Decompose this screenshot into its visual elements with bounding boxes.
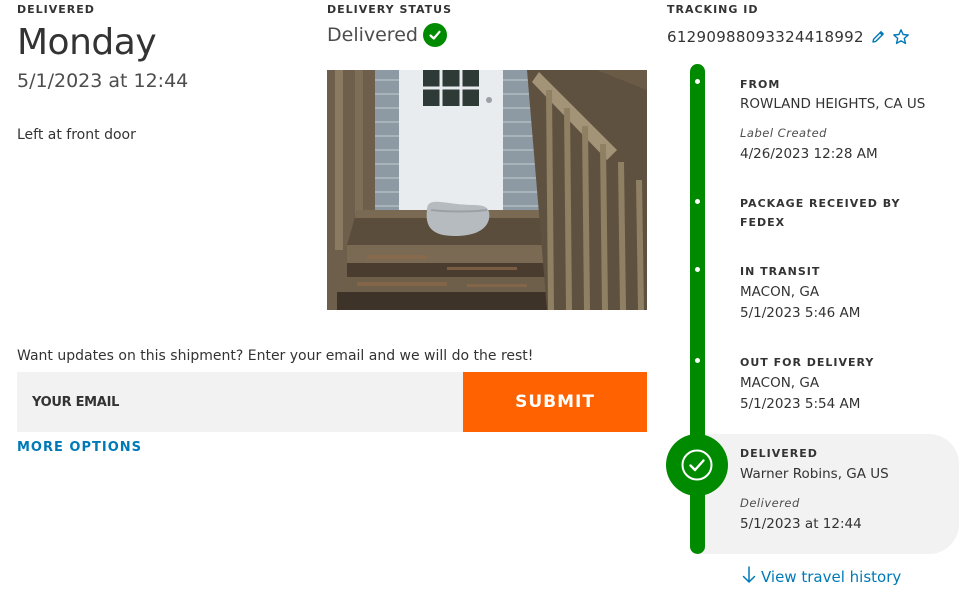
timeline-event-status: DELIVERED	[740, 447, 818, 460]
tracking-id-label: TRACKING ID	[667, 3, 759, 16]
timeline-dot	[695, 199, 700, 204]
submit-button[interactable]: SUBMIT	[463, 372, 647, 432]
more-options-link[interactable]: MORE OPTIONS	[17, 440, 142, 455]
timeline-event-location: MACON, GA	[740, 375, 820, 391]
tracking-id-value: 61290988093324418992	[667, 28, 864, 46]
timeline-event-location: Warner Robins, GA US	[740, 466, 889, 482]
timeline-event-status: PACKAGE RECEIVED BY FEDEX	[740, 197, 901, 229]
star-icon[interactable]	[892, 28, 910, 46]
delivery-day: Monday	[17, 22, 157, 63]
timeline-event-time: 5/1/2023 5:46 AM	[740, 305, 861, 321]
timeline-event-status: FROM	[740, 78, 781, 91]
delivered-check-icon	[666, 434, 728, 496]
timeline-dot	[695, 79, 700, 84]
email-updates-prompt: Want updates on this shipment? Enter you…	[17, 348, 534, 364]
view-travel-history-link[interactable]: View travel history	[742, 566, 901, 588]
timeline-event-time: 5/1/2023 5:54 AM	[740, 396, 861, 412]
timeline-event-note: Label Created	[740, 126, 827, 140]
delivery-location-note: Left at front door	[17, 127, 136, 143]
email-field-container	[17, 372, 463, 432]
timeline-dot	[695, 267, 700, 272]
tracking-id-row: 61290988093324418992	[667, 28, 910, 46]
delivery-status-value: Delivered	[327, 24, 418, 46]
timeline-dot	[695, 358, 700, 363]
timeline-event-status: OUT FOR DELIVERY	[740, 356, 875, 369]
check-circle-icon	[422, 23, 447, 47]
delivered-label: DELIVERED	[17, 3, 95, 16]
delivery-status-label: DELIVERY STATUS	[327, 3, 453, 16]
timeline-event-note: Delivered	[740, 496, 800, 510]
timeline-event-location: ROWLAND HEIGHTS, CA US	[740, 96, 926, 112]
delivery-status: Delivered	[327, 23, 447, 47]
view-travel-history-label: View travel history	[761, 568, 902, 586]
timeline-event-time: 4/26/2023 12:28 AM	[740, 146, 878, 162]
pencil-icon[interactable]	[870, 29, 886, 45]
delivery-datetime: 5/1/2023 at 12:44	[17, 70, 189, 92]
arrow-down-icon	[742, 566, 756, 588]
proof-of-delivery-photo	[327, 70, 647, 310]
timeline-event-location: MACON, GA	[740, 284, 820, 300]
timeline-event-status: IN TRANSIT	[740, 265, 821, 278]
timeline-event-time: 5/1/2023 at 12:44	[740, 516, 862, 532]
email-field[interactable]	[32, 394, 432, 410]
